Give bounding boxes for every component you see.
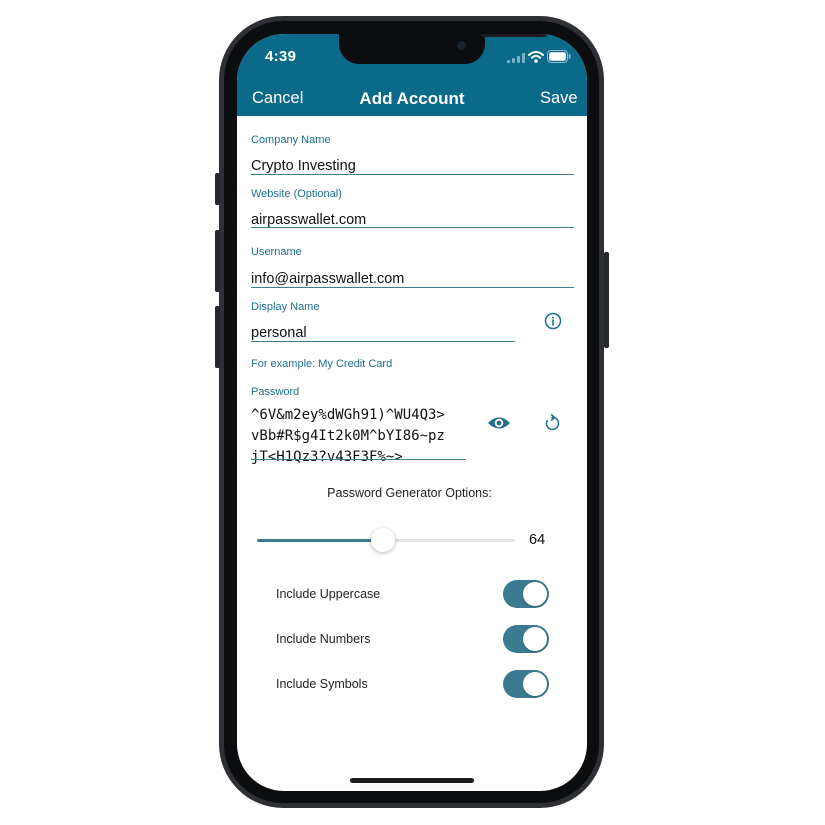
battery-icon: [547, 50, 571, 63]
display-name-underline: [251, 341, 515, 342]
length-slider[interactable]: [257, 528, 515, 552]
front-camera: [457, 41, 466, 50]
password-label: Password: [251, 386, 300, 398]
page-title: Add Account: [359, 89, 465, 108]
option-symbols-label: Include Symbols: [276, 677, 368, 691]
status-icons: [507, 50, 571, 64]
home-indicator: [350, 778, 474, 783]
refresh-icon[interactable]: [538, 409, 566, 437]
display-name-hint: For example: My Credit Card: [251, 358, 393, 370]
toggle-knob: [523, 672, 547, 696]
notch: [339, 34, 547, 64]
wifi-icon: [528, 51, 544, 63]
display-name-field[interactable]: personal: [251, 325, 307, 341]
eye-icon[interactable]: [485, 409, 513, 437]
status-time: 4:39: [265, 48, 297, 65]
website-label: Website (Optional): [251, 188, 342, 200]
info-icon[interactable]: [539, 307, 567, 335]
display-name-label: Display Name: [251, 301, 320, 313]
website-field[interactable]: airpasswallet.com: [251, 212, 366, 228]
cellular-icon: [507, 53, 525, 63]
username-label: Username: [251, 246, 302, 258]
side-button: [604, 252, 609, 348]
option-numbers-label: Include Numbers: [276, 632, 371, 646]
toggle-knob: [523, 627, 547, 651]
length-value: 64: [529, 532, 546, 548]
username-underline: [251, 287, 574, 288]
speaker: [481, 34, 547, 37]
toggle-uppercase[interactable]: [503, 580, 549, 608]
company-name-underline: [251, 174, 574, 175]
company-name-label: Company Name: [251, 134, 331, 146]
toggle-numbers[interactable]: [503, 625, 549, 653]
volume-up-button: [215, 230, 220, 292]
website-underline: [251, 227, 574, 228]
toggle-symbols[interactable]: [503, 670, 549, 698]
save-button[interactable]: Save: [540, 89, 578, 108]
username-field[interactable]: info@airpasswallet.com: [251, 271, 404, 287]
length-slider-fill: [257, 539, 384, 542]
generator-title: Password Generator Options:: [327, 486, 492, 500]
silent-switch: [215, 173, 220, 205]
screen: 4:39 Cancel Add Account Save Company Nam…: [237, 34, 587, 791]
option-uppercase-label: Include Uppercase: [276, 587, 381, 601]
company-name-field[interactable]: Crypto Investing: [251, 158, 356, 174]
length-slider-thumb[interactable]: [371, 528, 396, 552]
volume-down-button: [215, 306, 220, 368]
password-underline: [251, 459, 466, 460]
toggle-knob: [523, 582, 547, 606]
